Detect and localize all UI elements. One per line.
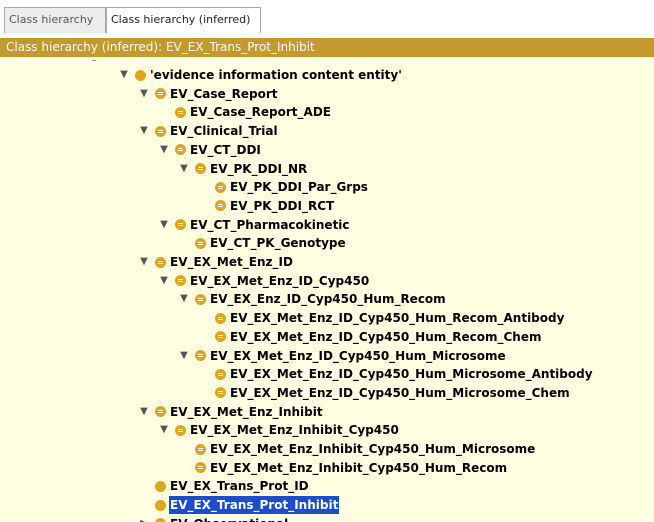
tree-row-label: EV_EX_Trans_Prot_Inhibit [169, 496, 340, 515]
defined-class-icon [175, 106, 186, 118]
expanded-triangle-icon[interactable]: ▼ [138, 122, 150, 140]
defined-class-icon [215, 181, 226, 193]
tree-row[interactable]: ▶ EV_Observational [138, 515, 289, 522]
defined-class-icon [195, 462, 206, 474]
tree-row-label: EV_Case_Report [170, 86, 278, 101]
tree-row-label: EV_PK_DDI_RCT [230, 198, 335, 213]
class-icon [135, 69, 146, 81]
defined-class-icon [215, 368, 226, 380]
defined-class-icon [215, 387, 226, 399]
tab-bar: Class hierarchy Class hierarchy (inferre… [0, 0, 654, 38]
tree-row[interactable]: ▼ EV_EX_Met_Enz_ID [138, 253, 294, 271]
tree-row[interactable]: EV_PK_DDI_RCT [198, 197, 335, 215]
collapsed-triangle-icon[interactable]: ▶ [138, 515, 150, 522]
defined-class-icon [175, 219, 186, 231]
tree-row[interactable]: EV_EX_Met_Enz_Inhibit_Cyp450_Hum_Recom [178, 459, 508, 477]
tree-row-label: EV_EX_Met_Enz_Inhibit_Cyp450_Hum_Recom [210, 460, 508, 475]
tree-row[interactable]: ▼ EV_Clinical_Trial [138, 122, 279, 140]
defined-class-icon [155, 406, 166, 418]
tree-row[interactable]: ▼ 'evidence information content entity' [118, 66, 403, 84]
panel-title: Class hierarchy (inferred): EV_EX_Trans_… [6, 40, 315, 54]
tree-row-label: EV_EX_Met_Enz_Inhibit [170, 404, 323, 419]
tree-row-label: EV_PK_DDI_Par_Grps [230, 180, 368, 195]
defined-class-icon [175, 424, 186, 436]
defined-class-icon [195, 350, 206, 361]
tree-row-label: EV_EX_Trans_Prot_ID [170, 479, 309, 494]
defined-class-icon [175, 275, 186, 287]
tree-row-label: EV_EX_Met_Enz_ID_Cyp450 [190, 273, 370, 288]
tree-scroll-marker [92, 60, 96, 63]
tree-row[interactable]: ▼ EV_EX_Met_Enz_Inhibit [138, 403, 324, 421]
tree-row[interactable]: EV_EX_Met_Enz_ID_Cyp450_Hum_Microsome_An… [198, 365, 594, 383]
tree-row[interactable]: ▼ EV_PK_DDI_NR [178, 160, 308, 178]
tree-row-label: EV_Case_Report_ADE [190, 105, 331, 120]
expanded-triangle-icon[interactable]: ▼ [138, 253, 150, 271]
panel-title-bar: Class hierarchy (inferred): EV_EX_Trans_… [0, 38, 654, 57]
tree-row-selected[interactable]: EV_EX_Trans_Prot_Inhibit [138, 496, 340, 515]
tab-class-hierarchy[interactable]: Class hierarchy [4, 7, 106, 33]
class-icon [155, 499, 166, 511]
class-icon [155, 480, 166, 492]
defined-class-icon [155, 256, 166, 268]
tree-row-label: EV_EX_Met_Enz_ID [170, 255, 293, 269]
tab-class-hierarchy-inferred[interactable]: Class hierarchy (inferred) [106, 7, 261, 33]
tree-row[interactable]: ▼ EV_CT_DDI [158, 141, 262, 159]
defined-class-icon [155, 125, 166, 137]
tree-row[interactable]: ▼ EV_CT_Pharmacokinetic [158, 216, 351, 234]
expanded-triangle-icon[interactable]: ▼ [118, 66, 130, 84]
tree-row[interactable]: EV_Case_Report_ADE [158, 103, 332, 121]
defined-class-icon [215, 200, 226, 212]
tree-row-label: EV_EX_Met_Enz_Inhibit_Cyp450_Hum_Microso… [210, 442, 536, 456]
defined-class-icon [155, 88, 166, 100]
defined-class-icon [215, 331, 226, 343]
defined-class-icon [195, 293, 206, 305]
expanded-triangle-icon[interactable]: ▼ [178, 160, 190, 178]
expanded-triangle-icon[interactable]: ▼ [158, 216, 170, 234]
class-hierarchy-tree[interactable]: ▼'evidence information content entity' ▼ E… [0, 57, 654, 522]
tree-row-label: EV_Clinical_Trial [170, 124, 278, 139]
tree-row[interactable]: EV_EX_Met_Enz_ID_Cyp450_Hum_Recom_Chem [198, 328, 543, 346]
expanded-triangle-icon[interactable]: ▼ [158, 141, 170, 159]
tree-row[interactable]: ▼ EV_EX_Enz_ID_Cyp450_Hum_Recom [178, 290, 447, 308]
tree-row[interactable]: ▼ EV_EX_Met_Enz_ID_Cyp450_Hum_Microsome [178, 347, 507, 365]
tree-row[interactable]: ▼ EV_Case_Report [138, 85, 279, 103]
tree-row[interactable]: EV_EX_Met_Enz_Inhibit_Cyp450_Hum_Microso… [178, 440, 536, 458]
defined-class-icon [195, 237, 206, 249]
tree-row-label: EV_EX_Met_Enz_Inhibit_Cyp450 [190, 423, 399, 438]
tree-row-label: 'evidence information content entity' [150, 68, 402, 82]
tree-row[interactable]: EV_EX_Trans_Prot_ID [138, 477, 310, 495]
defined-class-icon [195, 443, 206, 455]
tree-row-label: EV_CT_DDI [190, 142, 261, 157]
tree-row[interactable]: EV_PK_DDI_Par_Grps [198, 178, 369, 196]
expanded-triangle-icon[interactable]: ▼ [138, 403, 150, 421]
expanded-triangle-icon[interactable]: ▼ [178, 347, 190, 365]
tree-row[interactable]: ▼ EV_EX_Met_Enz_ID_Cyp450 [158, 272, 370, 290]
tree-row[interactable]: ▼ EV_EX_Met_Enz_Inhibit_Cyp450 [158, 421, 400, 439]
expanded-triangle-icon[interactable]: ▼ [178, 290, 190, 308]
tree-row-label: EV_EX_Met_Enz_ID_Cyp450_Hum_Microsome_An… [230, 367, 593, 382]
tree-row[interactable]: EV_EX_Met_Enz_ID_Cyp450_Hum_Recom_Antibo… [198, 309, 565, 327]
tree-row-label: EV_Observational [169, 515, 289, 522]
defined-class-icon [155, 518, 166, 522]
tree-row-label: EV_EX_Met_Enz_ID_Cyp450_Hum_Recom_Antibo… [230, 311, 565, 326]
tree-row-label: EV_EX_Met_Enz_ID_Cyp450_Hum_Microsome [210, 348, 506, 363]
tree-row-label: EV_PK_DDI_NR [210, 161, 308, 176]
tree-row-label: EV_EX_Enz_ID_Cyp450_Hum_Recom [210, 292, 446, 307]
defined-class-icon [215, 312, 226, 324]
tree-row[interactable]: EV_CT_PK_Genotype [178, 234, 347, 252]
expanded-triangle-icon[interactable]: ▼ [158, 272, 170, 290]
tree-row-label: EV_CT_Pharmacokinetic [190, 217, 350, 232]
expanded-triangle-icon[interactable]: ▼ [138, 85, 150, 103]
defined-class-icon [175, 144, 186, 156]
tree-row-label: EV_EX_Met_Enz_ID_Cyp450_Hum_Recom_Chem [230, 329, 542, 344]
expanded-triangle-icon[interactable]: ▼ [158, 421, 170, 439]
tree-row-label: EV_CT_PK_Genotype [210, 236, 346, 251]
tree-row-label: EV_EX_Met_Enz_ID_Cyp450_Hum_Microsome_Ch… [230, 385, 570, 400]
defined-class-icon [195, 163, 206, 174]
tree-row[interactable]: EV_EX_Met_Enz_ID_Cyp450_Hum_Microsome_Ch… [198, 384, 571, 402]
